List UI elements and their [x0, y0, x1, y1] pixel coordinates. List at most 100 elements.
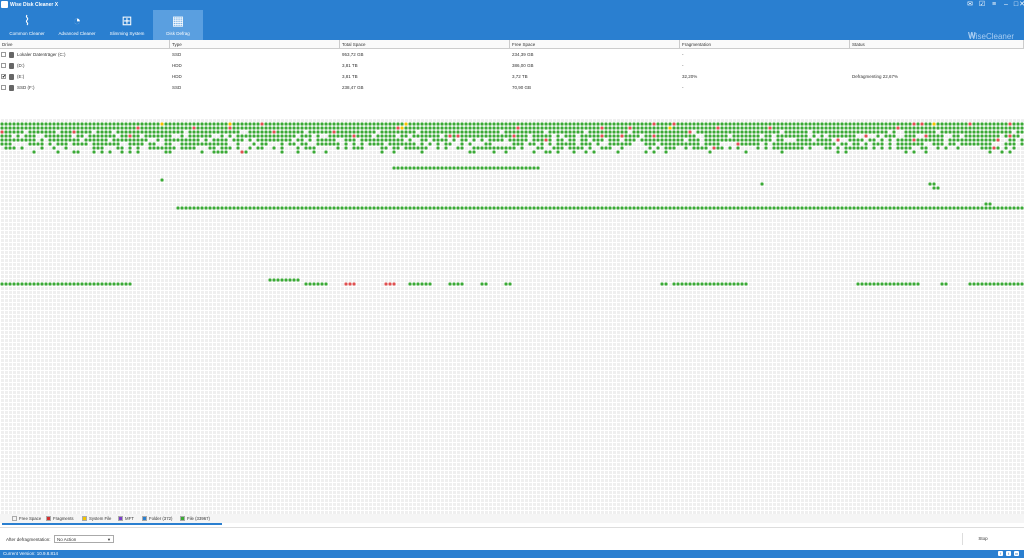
cluster-block — [280, 150, 284, 154]
cluster-block — [852, 206, 856, 210]
cluster-block — [456, 122, 460, 126]
cluster-block — [268, 278, 272, 282]
cluster-block — [828, 138, 832, 142]
tab-advanced-cleaner[interactable]: ◔ Advanced Cleaner — [52, 10, 102, 40]
cluster-block — [472, 138, 476, 142]
cluster-block — [700, 282, 704, 286]
cluster-block — [1012, 122, 1016, 126]
cluster-block — [188, 126, 192, 130]
drive-checkbox[interactable] — [1, 85, 6, 90]
table-row[interactable]: ✔ (E:) HDD 3,81 TB 3,72 TB 32,20% Defrag… — [0, 71, 1024, 82]
cluster-block — [104, 130, 108, 134]
facebook-icon[interactable]: f — [998, 551, 1003, 556]
cluster-block — [332, 122, 336, 126]
map-legend: Free Space Fragments System File MFT Fol… — [0, 514, 1024, 523]
menu-icon[interactable]: ≡ — [988, 0, 1000, 10]
cluster-block — [308, 126, 312, 130]
cluster-block — [892, 206, 896, 210]
cluster-block — [868, 130, 872, 134]
cluster-block — [524, 130, 528, 134]
cluster-block — [768, 138, 772, 142]
swatch-icon — [82, 516, 87, 522]
cluster-block — [712, 122, 716, 126]
cluster-block — [920, 130, 924, 134]
cluster-block — [348, 122, 352, 126]
column-header-drive[interactable]: Drive — [0, 40, 170, 49]
cluster-block — [520, 166, 524, 170]
cluster-block — [372, 130, 376, 134]
cluster-block — [680, 206, 684, 210]
cluster-block — [940, 130, 944, 134]
feedback-icon[interactable]: ☑ — [976, 0, 988, 10]
cluster-block — [528, 166, 532, 170]
cluster-block — [608, 142, 612, 146]
cluster-block — [952, 130, 956, 134]
cluster-block — [604, 206, 608, 210]
mail-icon[interactable]: ✉ — [964, 0, 976, 10]
table-row[interactable]: Lokaler Datenträger (C:) SSD 953,72 GB 2… — [0, 49, 1024, 60]
tab-common-cleaner[interactable]: ⌇ Common Cleaner — [2, 10, 52, 40]
cluster-block — [332, 206, 336, 210]
cluster-block — [784, 142, 788, 146]
cluster-block — [792, 134, 796, 138]
cluster-block — [496, 126, 500, 130]
stop-button[interactable]: Stop — [962, 533, 1003, 545]
drive-checkbox[interactable] — [1, 63, 6, 68]
cluster-block — [600, 130, 604, 134]
cluster-block — [484, 134, 488, 138]
cluster-block — [432, 206, 436, 210]
table-row[interactable]: SSD (F:) SSD 238,47 GB 70,90 GB - — [0, 82, 1024, 93]
cluster-block — [564, 130, 568, 134]
cluster-block — [392, 134, 396, 138]
close-button[interactable]: ✕ — [1016, 0, 1024, 10]
drive-checkbox[interactable]: ✔ — [1, 74, 6, 80]
cluster-block — [740, 282, 744, 286]
cluster-block — [748, 130, 752, 134]
drive-checkbox[interactable] — [1, 52, 6, 57]
cluster-block — [136, 146, 140, 150]
column-header-free-space[interactable]: Free Space — [510, 40, 680, 49]
cluster-block — [428, 206, 432, 210]
cluster-block — [480, 122, 484, 126]
cluster-block — [460, 122, 464, 126]
cluster-block — [200, 126, 204, 130]
cluster-block — [616, 150, 620, 154]
cluster-block — [464, 206, 468, 210]
cluster-block — [776, 130, 780, 134]
column-header-total-space[interactable]: Total Space — [340, 40, 510, 49]
cluster-block — [804, 138, 808, 142]
message-icon[interactable]: m — [1014, 551, 1019, 556]
cluster-block — [404, 122, 408, 126]
cluster-block — [8, 130, 12, 134]
tab-slimming-system[interactable]: ⊞ Slimming System — [102, 10, 152, 40]
cluster-block — [420, 138, 424, 142]
cluster-block — [164, 130, 168, 134]
cluster-block — [520, 206, 524, 210]
cluster-block — [864, 206, 868, 210]
column-header-fragmentation[interactable]: Fragmentation — [680, 40, 850, 49]
cluster-block — [92, 126, 96, 130]
cluster-block — [384, 282, 388, 286]
cluster-block — [412, 122, 416, 126]
table-row[interactable]: (D:) HDD 3,81 TB 386,00 GB - — [0, 60, 1024, 71]
tab-disk-defrag[interactable]: ▦ Disk Defrag — [153, 10, 203, 40]
after-defrag-select[interactable]: No Action ▼ — [54, 535, 114, 543]
cluster-block — [604, 134, 608, 138]
twitter-icon[interactable]: t — [1006, 551, 1011, 556]
cluster-block — [940, 138, 944, 142]
cluster-block — [764, 130, 768, 134]
cluster-block — [460, 146, 464, 150]
cluster-block — [480, 146, 484, 150]
cluster-block — [184, 206, 188, 210]
cluster-block — [544, 122, 548, 126]
column-header-type[interactable]: Type — [170, 40, 340, 49]
cluster-block — [756, 146, 760, 150]
column-header-status[interactable]: Status — [850, 40, 1024, 49]
cluster-block — [308, 282, 312, 286]
cluster-block — [720, 206, 724, 210]
cluster-block — [480, 126, 484, 130]
cluster-block — [624, 122, 628, 126]
cluster-block — [232, 122, 236, 126]
cluster-block — [908, 282, 912, 286]
cluster-block — [480, 206, 484, 210]
